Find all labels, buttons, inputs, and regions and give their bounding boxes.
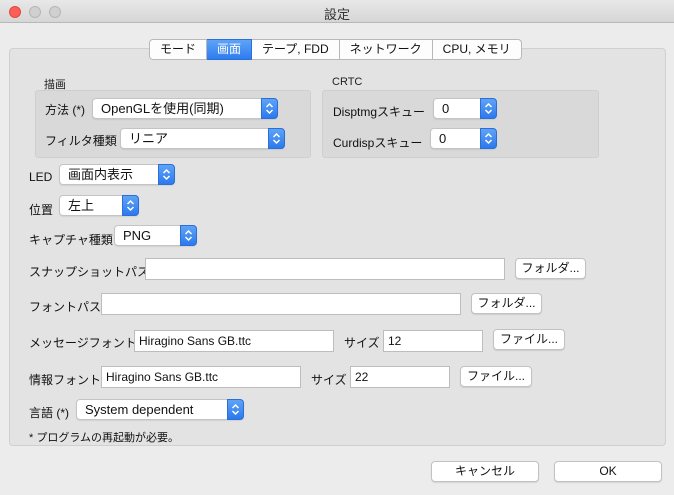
method-select[interactable]: OpenGLを使用(同期) xyxy=(92,98,278,119)
snapshot-path-field[interactable] xyxy=(145,258,505,280)
curdisp-select[interactable]: 0 xyxy=(430,128,497,149)
info-font-size-label: サイズ xyxy=(311,373,347,387)
capture-select[interactable]: PNG xyxy=(114,225,197,246)
up-down-chevron-icon xyxy=(480,98,497,119)
cancel-button[interactable]: キャンセル xyxy=(431,461,539,482)
font-path-label: フォントパス xyxy=(29,300,102,314)
font-folder-button[interactable]: フォルダ... xyxy=(471,293,542,314)
info-font-label: 情報フォント xyxy=(29,373,102,387)
filter-label: フィルタ種類 xyxy=(45,134,117,148)
disptmg-select[interactable]: 0 xyxy=(433,98,497,119)
language-label: 言語 (*) xyxy=(29,406,69,420)
info-font-size-field[interactable]: 22 xyxy=(350,366,450,388)
up-down-chevron-icon xyxy=(122,195,139,216)
up-down-chevron-icon xyxy=(480,128,497,149)
message-font-field[interactable]: Hiragino Sans GB.ttc xyxy=(134,330,334,352)
window-title: 設定 xyxy=(323,7,350,22)
up-down-chevron-icon xyxy=(180,225,197,246)
tab-network[interactable]: ネットワーク xyxy=(339,39,433,60)
filter-select[interactable]: リニア xyxy=(120,128,285,149)
tab-screen[interactable]: 画面 xyxy=(207,39,253,60)
message-font-label: メッセージフォント xyxy=(29,336,137,350)
method-label: 方法 (*) xyxy=(45,103,85,117)
up-down-chevron-icon xyxy=(227,399,244,420)
method-select-value: OpenGLを使用(同期) xyxy=(101,101,224,116)
info-font-file-button[interactable]: ファイル... xyxy=(460,366,532,387)
restart-note: * プログラムの再起動が必要。 xyxy=(29,432,180,444)
curdisp-label: Curdispスキュー xyxy=(333,136,423,150)
led-select[interactable]: 画面内表示 xyxy=(59,164,175,185)
ok-button[interactable]: OK xyxy=(554,461,662,482)
up-down-chevron-icon xyxy=(158,164,175,185)
position-select-value: 左上 xyxy=(68,198,95,213)
position-select[interactable]: 左上 xyxy=(59,195,139,216)
tab-cpu-memory[interactable]: CPU, メモリ xyxy=(432,39,522,60)
font-path-field[interactable] xyxy=(101,293,461,315)
message-font-size-label: サイズ xyxy=(344,336,380,350)
filter-select-value: リニア xyxy=(129,131,169,146)
up-down-chevron-icon xyxy=(268,128,285,149)
crtc-group-title: CRTC xyxy=(332,76,363,88)
disptmg-label: Disptmgスキュー xyxy=(333,105,426,119)
position-label: 位置 xyxy=(29,203,54,217)
capture-label: キャプチャ種類 xyxy=(29,233,113,247)
language-select[interactable]: System dependent xyxy=(76,399,244,420)
language-select-value: System dependent xyxy=(85,402,194,417)
message-font-file-button[interactable]: ファイル... xyxy=(493,329,565,350)
title-bar: 設定 xyxy=(0,0,674,23)
capture-select-value: PNG xyxy=(123,228,152,243)
up-down-chevron-icon xyxy=(261,98,278,119)
tab-mode[interactable]: モード xyxy=(149,39,208,60)
disptmg-select-value: 0 xyxy=(442,101,450,116)
tab-tape-fdd[interactable]: テープ, FDD xyxy=(252,39,340,60)
info-font-field[interactable]: Hiragino Sans GB.ttc xyxy=(101,366,301,388)
led-select-value: 画面内表示 xyxy=(68,167,134,182)
led-label: LED xyxy=(29,170,53,184)
snapshot-folder-button[interactable]: フォルダ... xyxy=(515,258,586,279)
snapshot-label: スナップショットパス xyxy=(29,265,150,279)
message-font-size-field[interactable]: 12 xyxy=(383,330,483,352)
tab-bar: モード 画面 テープ, FDD ネットワーク CPU, メモリ xyxy=(149,39,522,60)
curdisp-select-value: 0 xyxy=(439,131,447,146)
